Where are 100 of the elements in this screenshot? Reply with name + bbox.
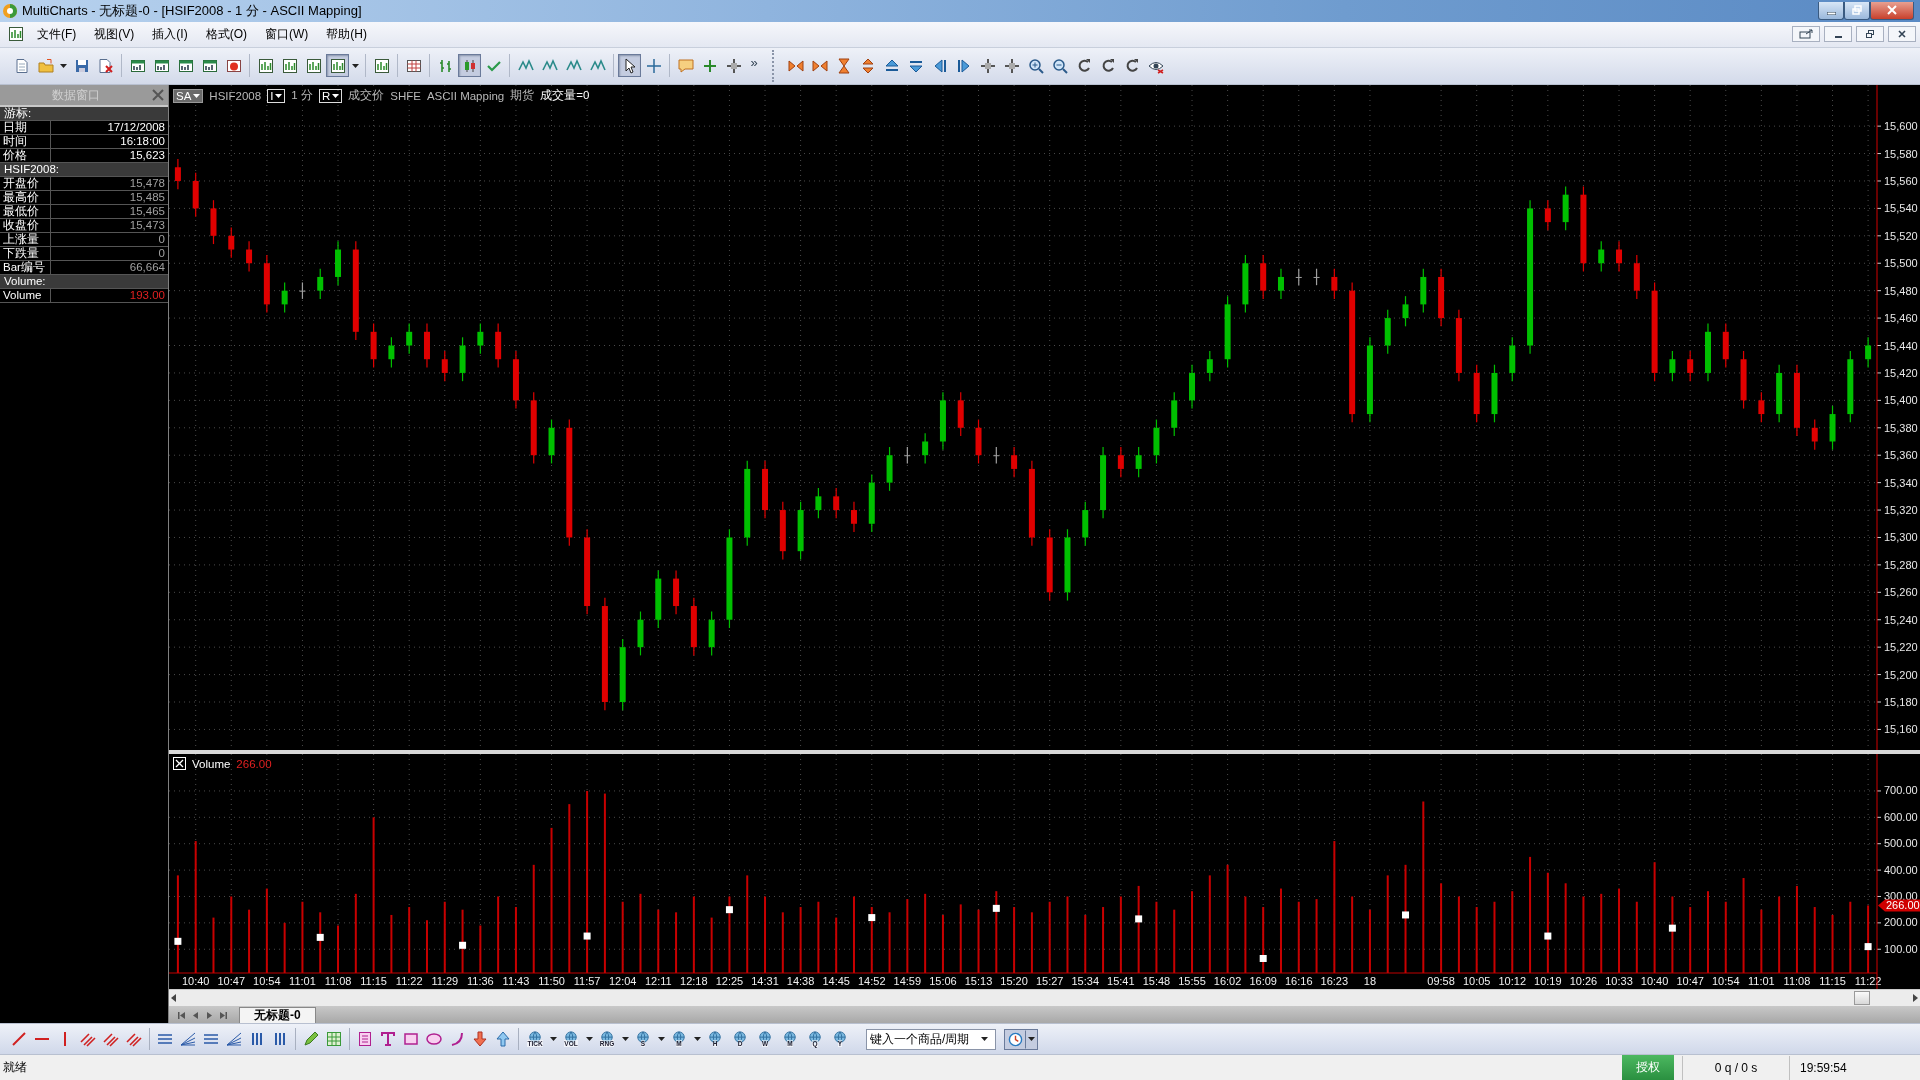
axis-label: 15:13: [964, 975, 993, 988]
axis-label: 10:19: [1534, 975, 1562, 988]
volume-status: 成交量=0: [540, 88, 590, 104]
status-time: 19:59:54: [1789, 1055, 1920, 1080]
axis-label: 11:01: [1748, 975, 1775, 988]
axis-label: 15,200: [1884, 668, 1918, 681]
axis-label: 15,320: [1884, 504, 1918, 517]
axis-label: 15,340: [1884, 476, 1918, 489]
field-label: 最低价: [2, 205, 40, 219]
axis-label: 15:48: [1142, 975, 1171, 988]
axis-label: 12:04: [608, 975, 637, 988]
window-title: MultiCharts - 无标题-0 - [HSIF2008 - 1 分 - ASCII Mapping]: [22, 1, 362, 20]
axis-label: 15,460: [1884, 312, 1918, 325]
menu-item[interactable]: 文件(F): [28, 22, 86, 46]
axis-label: 14:31: [751, 975, 779, 988]
axis-label: 11:15: [360, 975, 387, 988]
menu-item[interactable]: 视图(V): [85, 22, 144, 46]
axis-label: 11:08: [324, 975, 352, 988]
axis-label: 10:47: [217, 975, 246, 988]
axis-label: 10:26: [1569, 975, 1598, 988]
axis-label: 15:27: [1035, 975, 1064, 988]
value-tag: 266.00: [1878, 899, 1920, 912]
axis-label: 15,280: [1884, 559, 1918, 572]
axis-label: 15:20: [1000, 975, 1028, 988]
field-label: 价格: [2, 149, 28, 163]
axis-label: 11:22: [395, 975, 423, 988]
axis-label: 700.00: [1884, 784, 1918, 797]
interval-label: 1 分: [291, 88, 313, 104]
field-label: Bar编号: [2, 261, 46, 275]
type-label: 期货: [510, 88, 535, 104]
range-dropdown[interactable]: R: [318, 88, 343, 103]
axis-label: 16:16: [1285, 975, 1313, 988]
axis-label: 400.00: [1884, 863, 1918, 876]
axis-label: 15:06: [929, 975, 957, 988]
axis-label: 15,520: [1884, 230, 1918, 243]
axis-label: 11:36: [467, 975, 494, 988]
field-value: 0: [50, 233, 168, 247]
axis-label: 10:54: [253, 975, 281, 988]
axis-label: 15,380: [1884, 422, 1918, 435]
field-value: 15,478: [50, 177, 168, 191]
axis-label: 14:38: [786, 975, 815, 988]
feed-label: ASCII Mapping: [426, 89, 505, 102]
field-label: 上涨量: [2, 233, 40, 247]
axis-label: 15:41: [1107, 975, 1135, 988]
field-value: 16:18:00: [50, 135, 168, 149]
axis-label: 15,540: [1884, 202, 1918, 215]
sheet-tab[interactable]: 无标题-0: [239, 1007, 316, 1024]
session-dropdown[interactable]: SA: [173, 88, 204, 103]
axis-label: 200.00: [1884, 916, 1918, 929]
axis-label: 12:18: [680, 975, 708, 988]
axis-label: 10:05: [1462, 975, 1491, 988]
axis-label: 11:15: [1819, 975, 1846, 988]
field-label: 成交价: [348, 88, 385, 104]
axis-label: 15:55: [1178, 975, 1206, 988]
exchange-label: SHFE: [390, 89, 421, 102]
queue-status: 0 q / 0 s: [1682, 1055, 1789, 1080]
field-value: 15,623: [50, 149, 168, 163]
axis-label: 14:45: [822, 975, 850, 988]
axis-label: 600.00: [1884, 811, 1918, 824]
axis-label: 11:01: [289, 975, 316, 988]
field-value: 0: [50, 247, 168, 261]
menu-item[interactable]: 插入(I): [143, 22, 197, 46]
field-label: 最高价: [2, 191, 40, 205]
section-label: 游标:: [0, 107, 168, 122]
axis-label: 10:54: [1712, 975, 1740, 988]
axis-label: 12:11: [644, 975, 672, 988]
axis-label: 15,420: [1884, 367, 1918, 380]
menu-item[interactable]: 帮助(H): [317, 22, 376, 46]
section-label: Volume:: [0, 275, 168, 290]
menu-item[interactable]: 格式(O): [196, 22, 256, 46]
field-value: 15,473: [50, 219, 168, 233]
more-button[interactable]: »: [746, 54, 762, 78]
indicator-value: 266.00: [236, 757, 272, 770]
field-label: Volume: [2, 289, 43, 303]
field-value: 17/12/2008: [50, 121, 168, 135]
axis-label: 15,260: [1884, 586, 1918, 599]
axis-label: 09:58: [1427, 975, 1455, 988]
axis-label: 11:08: [1783, 975, 1811, 988]
axis-label: 12:25: [715, 975, 744, 988]
axis-label: 15,360: [1884, 449, 1918, 462]
axis-label: 14:52: [858, 975, 886, 988]
axis-label: 10:40: [181, 975, 210, 988]
field-label: 下跌量: [2, 247, 40, 261]
status-message: 就绪: [2, 1059, 28, 1076]
field-label: 开盘价: [2, 177, 40, 191]
axis-label: 15,180: [1884, 696, 1918, 709]
menu-item[interactable]: 窗口(W): [256, 22, 318, 46]
axis-label: 11:22: [1854, 975, 1882, 988]
axis-label: 15,580: [1884, 147, 1918, 160]
axis-label: 16:02: [1213, 975, 1242, 988]
field-label: 日期: [2, 121, 28, 135]
indicator-name: Volume: [192, 757, 231, 770]
symbol-field[interactable]: 键入一个商品/周期: [866, 1028, 996, 1050]
axis-label: 15,500: [1884, 257, 1918, 270]
axis-label: 15,560: [1884, 175, 1918, 188]
axis-label: 11:43: [502, 975, 530, 988]
interval-dropdown[interactable]: I: [267, 88, 286, 103]
axis-label: 15,300: [1884, 531, 1918, 544]
field-value: 15,485: [50, 191, 168, 205]
field-value: 66,664: [50, 261, 168, 275]
